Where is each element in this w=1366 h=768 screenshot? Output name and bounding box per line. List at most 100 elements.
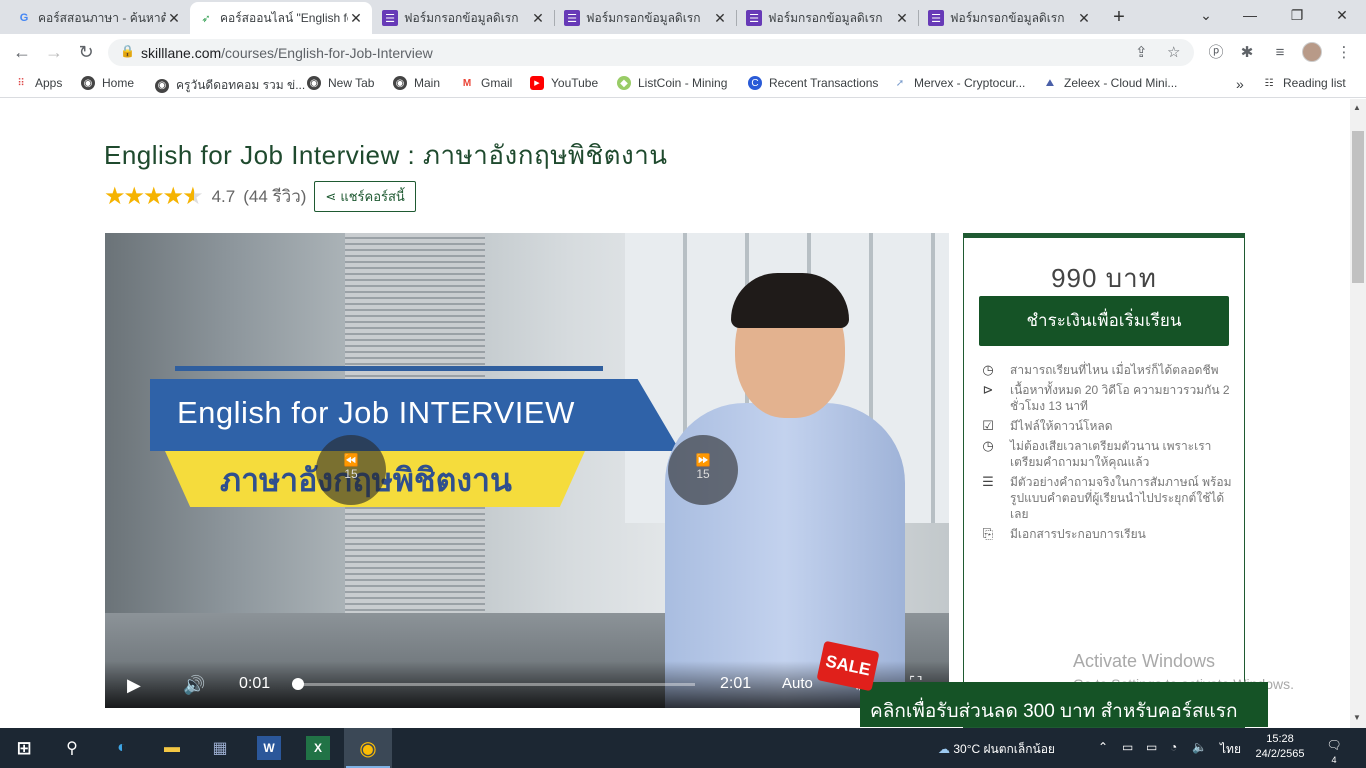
bookmark-gmail[interactable]: M Gmail bbox=[460, 76, 513, 90]
feature-text: เนื้อหาทั้งหมด 20 วิดีโอ ความยาวรวมกัน 2… bbox=[1010, 383, 1230, 413]
weather-widget[interactable]: ☁ 30°C ฝนตกเล็กน้อย bbox=[938, 740, 1055, 759]
progress-knob[interactable] bbox=[292, 678, 305, 690]
search-icon[interactable]: ⚲ bbox=[60, 736, 84, 760]
page-scrollbar[interactable]: ▲ ▼ bbox=[1350, 99, 1366, 728]
close-icon[interactable]: ✕ bbox=[166, 10, 182, 27]
tab-form-1[interactable]: ☰ ฟอร์มกรอกข้อมูลดิเรก ✕ bbox=[374, 2, 554, 34]
globe-icon: ◉ bbox=[155, 78, 169, 93]
reading-list-button[interactable]: ☷ Reading list bbox=[1262, 76, 1346, 90]
browser-toolbar: ← → ↻ 🔒 skilllane.com/courses/English-fo… bbox=[0, 34, 1366, 70]
pinterest-extension-icon[interactable]: ⓟ bbox=[1206, 43, 1226, 63]
reload-icon[interactable]: ↻ bbox=[74, 40, 98, 64]
apps-grid-icon: ⠿ bbox=[17, 77, 25, 89]
excel-icon[interactable]: X bbox=[306, 736, 330, 760]
word-icon[interactable]: W bbox=[257, 736, 281, 760]
fast-forward-icon: ⏩ bbox=[695, 453, 711, 467]
menu-kebab-icon[interactable]: ⋮ bbox=[1334, 43, 1354, 63]
tab-form-2[interactable]: ☰ ฟอร์มกรอกข้อมูลดิเรก ✕ bbox=[556, 2, 736, 34]
instructor-hair bbox=[731, 273, 849, 328]
tab-skilllane-course[interactable]: ➶ คอร์สออนไลน์ "English fo ✕ bbox=[190, 2, 372, 34]
new-tab-button[interactable]: + bbox=[1108, 6, 1130, 28]
profile-avatar[interactable] bbox=[1302, 42, 1322, 62]
more-bookmarks-button[interactable]: » bbox=[1236, 76, 1244, 92]
bookmark-mervex[interactable]: ➚ Mervex - Cryptocur... bbox=[893, 76, 1026, 90]
close-icon[interactable]: ✕ bbox=[1076, 10, 1092, 27]
store-icon[interactable]: ▦ bbox=[208, 736, 232, 760]
bookmark-main[interactable]: ◉ Main bbox=[393, 76, 440, 90]
bookmark-label: New Tab bbox=[328, 76, 375, 90]
bookmark-star-icon[interactable]: ☆ bbox=[1167, 43, 1180, 61]
bookmark-apps[interactable]: ⠿ Apps bbox=[14, 76, 62, 90]
rewind-15-button[interactable]: ⏪ 15 bbox=[316, 435, 386, 505]
bookmark-home[interactable]: ◉ Home bbox=[81, 76, 134, 90]
tab-divider bbox=[736, 10, 737, 26]
scroll-down-icon[interactable]: ▼ bbox=[1353, 713, 1361, 722]
globe-icon: ◉ bbox=[393, 76, 407, 90]
input-language[interactable]: ไทย bbox=[1220, 740, 1241, 759]
bookmark-youtube[interactable]: ▶ YouTube bbox=[530, 76, 598, 90]
chrome-icon[interactable]: ◉ bbox=[356, 736, 380, 760]
share-page-icon[interactable]: ⇪ bbox=[1135, 43, 1148, 61]
video-player[interactable]: English for Job INTERVIEW ภาษาอังกฤษพิชิ… bbox=[105, 233, 949, 708]
bookmark-label: YouTube bbox=[551, 76, 599, 90]
bookmark-kruwandee[interactable]: ◉ ครูวันดีดอทคอม รวม ข่... bbox=[155, 76, 305, 95]
file-explorer-icon[interactable]: ▬ bbox=[160, 736, 184, 760]
battery-icon[interactable]: ▭ bbox=[1146, 740, 1157, 754]
bookmarks-bar: ⠿ Apps ◉ Home ◉ ครูวันดีดอทคอม รวม ข่... ◉ N… bbox=[0, 70, 1366, 98]
restore-button[interactable]: ❐ bbox=[1283, 4, 1311, 26]
close-icon[interactable]: ✕ bbox=[894, 10, 910, 27]
speaker-icon[interactable]: 🔈 bbox=[1192, 740, 1207, 754]
share-course-button[interactable]: ⋖ แชร์คอร์สนี้ bbox=[314, 181, 416, 212]
bookmark-new-tab[interactable]: ◉ New Tab bbox=[307, 76, 374, 90]
forward-arrow-icon[interactable]: → bbox=[42, 40, 66, 64]
volume-icon[interactable]: 🔊 bbox=[183, 675, 205, 696]
windows-taskbar: ⊞ ⚲ ◐ ▬ ▦ W X ◉ ☁ 30°C ฝนตกเล็กน้อย ⌃ ▭ … bbox=[0, 728, 1366, 768]
clock-icon: ◷ bbox=[982, 362, 994, 377]
zeleex-icon: ⛰ bbox=[1045, 77, 1055, 89]
video-progress-bar[interactable] bbox=[292, 678, 695, 690]
tab-title: ฟอร์มกรอกข้อมูลดิเรก bbox=[586, 10, 701, 25]
course-title: English for Job Interview : ภาษาอังกฤษพิ… bbox=[104, 140, 668, 170]
tab-form-4[interactable]: ☰ ฟอร์มกรอกข้อมูลดิเรก ✕ bbox=[920, 2, 1100, 34]
forward-seconds: 15 bbox=[696, 467, 710, 481]
meet-now-icon[interactable]: ▭ bbox=[1122, 740, 1133, 754]
scrollbar-thumb[interactable] bbox=[1352, 131, 1364, 283]
extensions-puzzle-icon[interactable]: ✱ bbox=[1237, 43, 1257, 63]
close-icon[interactable]: ✕ bbox=[348, 10, 364, 27]
system-clock[interactable]: 15:28 24/2/2565 bbox=[1250, 732, 1310, 762]
tab-divider bbox=[918, 10, 919, 26]
discount-promo-banner[interactable]: คลิกเพื่อรับส่วนลด 300 บาท สำหรับคอร์สแร… bbox=[860, 682, 1268, 727]
tab-search-chevron-icon[interactable]: ⌄ bbox=[1192, 4, 1220, 26]
address-bar[interactable]: 🔒 skilllane.com/courses/English-for-Job-… bbox=[108, 39, 1194, 66]
windows-start-icon[interactable]: ⊞ bbox=[12, 736, 36, 760]
bookmark-listcoin[interactable]: ◆ ListCoin - Mining bbox=[617, 76, 727, 90]
forms-icon: ☰ bbox=[746, 10, 762, 26]
forward-15-button[interactable]: ⏩ 15 bbox=[668, 435, 738, 505]
tab-form-3[interactable]: ☰ ฟอร์มกรอกข้อมูลดิเรก ✕ bbox=[738, 2, 918, 34]
notification-center-button[interactable]: 🗨4 bbox=[1324, 738, 1344, 765]
tab-google-search[interactable]: G คอร์สสอนภาษา - ค้นหาด้ ✕ bbox=[8, 2, 190, 34]
url-text: skilllane.com/courses/English-for-Job-In… bbox=[141, 45, 433, 61]
close-icon[interactable]: ✕ bbox=[530, 10, 546, 27]
close-icon[interactable]: ✕ bbox=[712, 10, 728, 27]
bookmark-zeleex[interactable]: ⛰ Zeleex - Cloud Mini... bbox=[1043, 76, 1178, 90]
play-icon[interactable]: ▶ bbox=[127, 675, 141, 696]
media-control-icon[interactable]: ≡ bbox=[1270, 43, 1290, 63]
paperclip-icon: ⎘ bbox=[982, 526, 994, 541]
scroll-up-icon[interactable]: ▲ bbox=[1353, 103, 1361, 112]
list-icon: ☰ bbox=[982, 474, 994, 489]
lock-icon: 🔒 bbox=[120, 44, 135, 58]
clock-icon: ◷ bbox=[982, 438, 994, 453]
back-arrow-icon[interactable]: ← bbox=[10, 40, 34, 64]
minimize-button[interactable]: — bbox=[1236, 4, 1264, 26]
bookmark-label: Zeleex - Cloud Mini... bbox=[1064, 76, 1178, 90]
close-window-button[interactable]: ✕ bbox=[1328, 4, 1356, 26]
wifi-icon[interactable]: ◔ bbox=[1170, 740, 1177, 754]
bookmark-label: Gmail bbox=[481, 76, 513, 90]
quality-selector[interactable]: Auto bbox=[782, 675, 813, 692]
course-rating: ★★★★★ 4.7 (44 รีวิว) ⋖ แชร์คอร์สนี้ bbox=[104, 181, 416, 212]
tray-expand-icon[interactable]: ⌃ bbox=[1098, 740, 1108, 754]
buy-course-button[interactable]: ชำระเงินเพื่อเริ่มเรียน bbox=[979, 296, 1229, 346]
edge-icon[interactable]: ◐ bbox=[110, 736, 134, 760]
bookmark-recent-transactions[interactable]: C Recent Transactions bbox=[748, 76, 878, 90]
